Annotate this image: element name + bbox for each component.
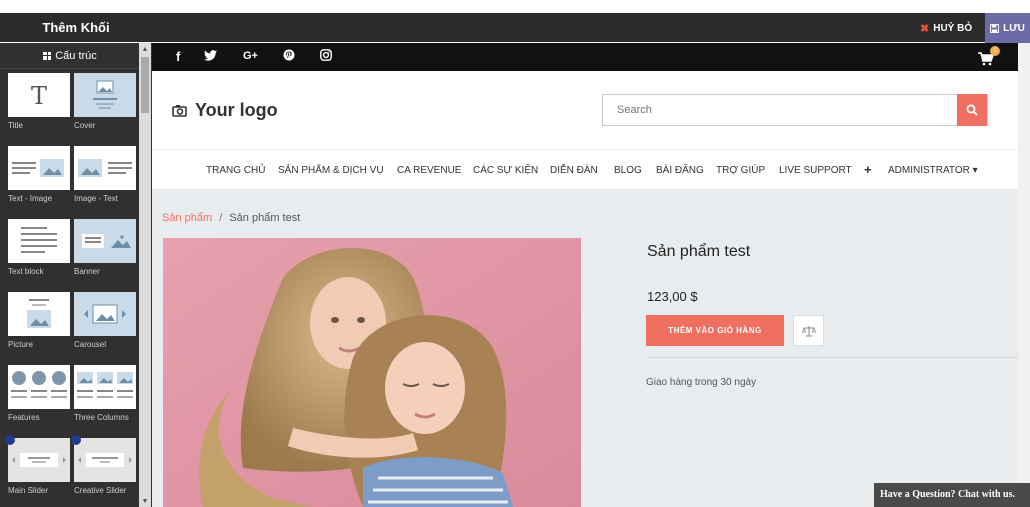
block-tile-text-image[interactable]: Text - Image xyxy=(8,146,70,219)
block-tile-cover[interactable]: Cover xyxy=(74,73,136,146)
divider xyxy=(646,357,1022,358)
nav-item-ca-revenue[interactable]: CA REVENUE xyxy=(397,165,461,176)
social-bar: f G+ 1 xyxy=(152,43,1030,71)
block-tile-main-slider[interactable]: Main Slider xyxy=(5,435,70,507)
site-logo[interactable]: Your logo xyxy=(172,100,278,121)
nav-item-administrator[interactable]: ADMINISTRATOR ▾ xyxy=(888,165,978,176)
block-tile-carousel[interactable]: Carousel xyxy=(74,292,136,365)
block-tile-three-columns[interactable]: Three Columns xyxy=(74,365,136,438)
nav-item-live-support[interactable]: LIVE SUPPORT xyxy=(779,165,852,176)
nav-item-products-services[interactable]: SẢN PHẨM & DỊCH VỤ xyxy=(278,165,384,176)
features-icon xyxy=(8,365,70,409)
save-button[interactable]: LƯU xyxy=(985,13,1030,43)
nav-item-blog[interactable]: BLOG xyxy=(614,165,642,176)
image-text-icon xyxy=(74,146,136,190)
block-tile-features[interactable]: Features xyxy=(8,365,70,438)
search-icon xyxy=(966,104,978,116)
banner-icon xyxy=(74,219,136,263)
breadcrumb: Sản phẩm / Sản phẩm test xyxy=(162,212,300,224)
grid-icon xyxy=(43,51,52,60)
save-label: LƯU xyxy=(1003,22,1025,34)
add-to-cart-button[interactable]: THÊM VÀO GIỎ HÀNG xyxy=(646,315,784,346)
facebook-icon[interactable]: f xyxy=(176,49,180,64)
floppy-disk-icon xyxy=(990,23,1000,33)
block-tile-label: Text block xyxy=(8,267,44,276)
search-box xyxy=(602,94,988,126)
product-price: 123,00 $ xyxy=(647,289,698,304)
nav-add-plus-icon[interactable]: + xyxy=(864,162,872,177)
block-tile-title[interactable]: T Title xyxy=(8,73,70,146)
compare-button[interactable] xyxy=(793,315,824,346)
breadcrumb-separator: / xyxy=(219,212,223,224)
block-sidebar: Cấu trúc T Title Cover Text - Image Imag… xyxy=(0,43,152,507)
block-tile-label: Cover xyxy=(74,121,96,130)
block-tile-label: Creative Slider xyxy=(74,486,127,495)
block-tile-image-text[interactable]: Image - Text xyxy=(74,146,136,219)
search-button[interactable] xyxy=(957,94,987,126)
panel-title: Thêm Khối xyxy=(42,20,110,35)
block-tile-label: Carousel xyxy=(74,340,107,349)
creative-slider-icon xyxy=(74,438,136,482)
title-T-icon: T xyxy=(8,73,70,117)
twitter-icon[interactable] xyxy=(204,50,217,64)
instagram-icon[interactable] xyxy=(320,49,332,64)
top-strip xyxy=(0,0,1030,13)
three-columns-icon xyxy=(74,365,136,409)
picture-icon xyxy=(8,292,70,336)
nav-item-posts[interactable]: BÀI ĐĂNG xyxy=(656,165,704,176)
block-tile-label: Picture xyxy=(8,340,33,349)
nav-item-forum[interactable]: DIỄN ĐÀN xyxy=(550,165,598,176)
nav-item-help[interactable]: TRỢ GIÚP xyxy=(716,165,765,176)
block-tile-label: Main Slider xyxy=(8,486,49,495)
block-tile-grid: T Title Cover Text - Image Image - Text xyxy=(5,73,136,507)
block-tile-creative-slider[interactable]: Creative Slider xyxy=(71,435,136,507)
camera-icon xyxy=(172,105,187,117)
pinterest-icon[interactable] xyxy=(283,49,295,64)
cart-count-badge: 1 xyxy=(990,46,1000,56)
block-tile-label: Three Columns xyxy=(74,413,129,422)
new-badge-dot xyxy=(5,435,15,445)
nav-item-home[interactable]: TRANG CHỦ xyxy=(206,165,265,176)
close-icon: ✖ xyxy=(920,22,930,35)
google-plus-icon[interactable]: G+ xyxy=(243,50,258,62)
page-preview: f G+ 1 Your logo TRANG CHỦ SẢN PHẨM & xyxy=(152,43,1030,507)
preview-scrollbar[interactable] xyxy=(1018,43,1030,507)
scroll-up-arrow-icon[interactable]: ▲ xyxy=(139,45,151,55)
block-tile-label: Title xyxy=(8,121,23,130)
text-image-icon xyxy=(8,146,70,190)
block-tile-label: Image - Text xyxy=(74,194,118,203)
cover-icon xyxy=(74,73,136,117)
balance-scale-icon xyxy=(801,325,816,336)
structure-header[interactable]: Cấu trúc xyxy=(0,43,140,69)
sidebar-scroll-thumb[interactable] xyxy=(141,57,149,113)
breadcrumb-link-products[interactable]: Sản phẩm xyxy=(162,212,212,224)
discard-button[interactable]: ✖ HUỶ BỎ xyxy=(920,18,972,38)
block-tile-label: Banner xyxy=(74,267,100,276)
breadcrumb-current: Sản phẩm test xyxy=(229,212,301,224)
block-tile-banner[interactable]: Banner xyxy=(74,219,136,292)
shopping-cart-icon[interactable]: 1 xyxy=(978,46,1000,67)
nav-item-events[interactable]: CÁC SỰ KIỆN xyxy=(473,165,538,176)
text-block-icon xyxy=(8,219,70,263)
block-tile-picture[interactable]: Picture xyxy=(8,292,70,365)
search-input[interactable] xyxy=(603,95,959,125)
main-navigation: TRANG CHỦ SẢN PHẨM & DỊCH VỤ CA REVENUE … xyxy=(152,149,1018,189)
block-tile-label: Features xyxy=(8,413,40,422)
svg-text:T: T xyxy=(31,82,47,110)
site-header: Your logo xyxy=(152,71,1018,149)
logo-text: Your logo xyxy=(195,100,278,120)
chat-widget-button[interactable]: Have a Question? Chat with us. xyxy=(874,483,1030,507)
block-tile-text-block[interactable]: Text block xyxy=(8,219,70,292)
product-image[interactable] xyxy=(163,238,581,507)
carousel-icon xyxy=(74,292,136,336)
product-content: Sản phẩm / Sản phẩm test Sản phẩm test 1… xyxy=(152,189,1022,507)
shipping-info: Giao hàng trong 30 ngày xyxy=(646,377,757,388)
product-title: Sản phẩm test xyxy=(647,243,751,260)
main-slider-icon xyxy=(8,438,70,482)
discard-label: HUỶ BỎ xyxy=(933,22,973,34)
block-tile-label: Text - Image xyxy=(8,194,53,203)
new-badge-dot xyxy=(71,435,81,445)
structure-label: Cấu trúc xyxy=(55,49,97,62)
scroll-down-arrow-icon[interactable]: ▼ xyxy=(139,497,151,507)
